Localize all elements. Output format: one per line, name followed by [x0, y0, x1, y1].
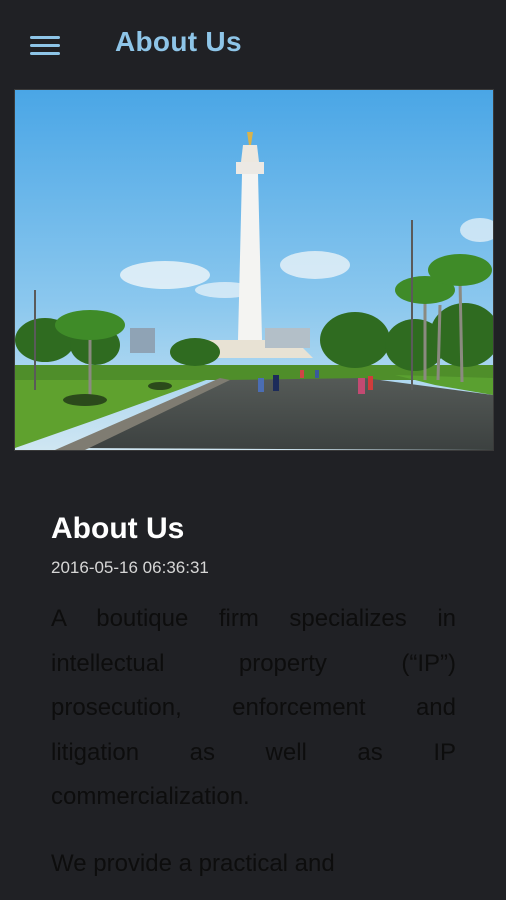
hamburger-menu-icon[interactable] — [22, 28, 68, 64]
article-paragraph: We provide a practical and — [51, 849, 335, 877]
page-title: About Us — [115, 26, 242, 57]
monument-photo — [15, 90, 493, 450]
article: About Us 2016-05-16 06:36:31 A boutique … — [51, 505, 456, 886]
hero-image — [14, 89, 494, 451]
app-bar: About Us — [0, 0, 506, 90]
article-date: 2016-05-16 06:36:31 — [51, 558, 209, 577]
article-paragraph: A boutique firm specializes in intellect… — [51, 605, 456, 810]
article-title: About Us — [51, 512, 185, 545]
